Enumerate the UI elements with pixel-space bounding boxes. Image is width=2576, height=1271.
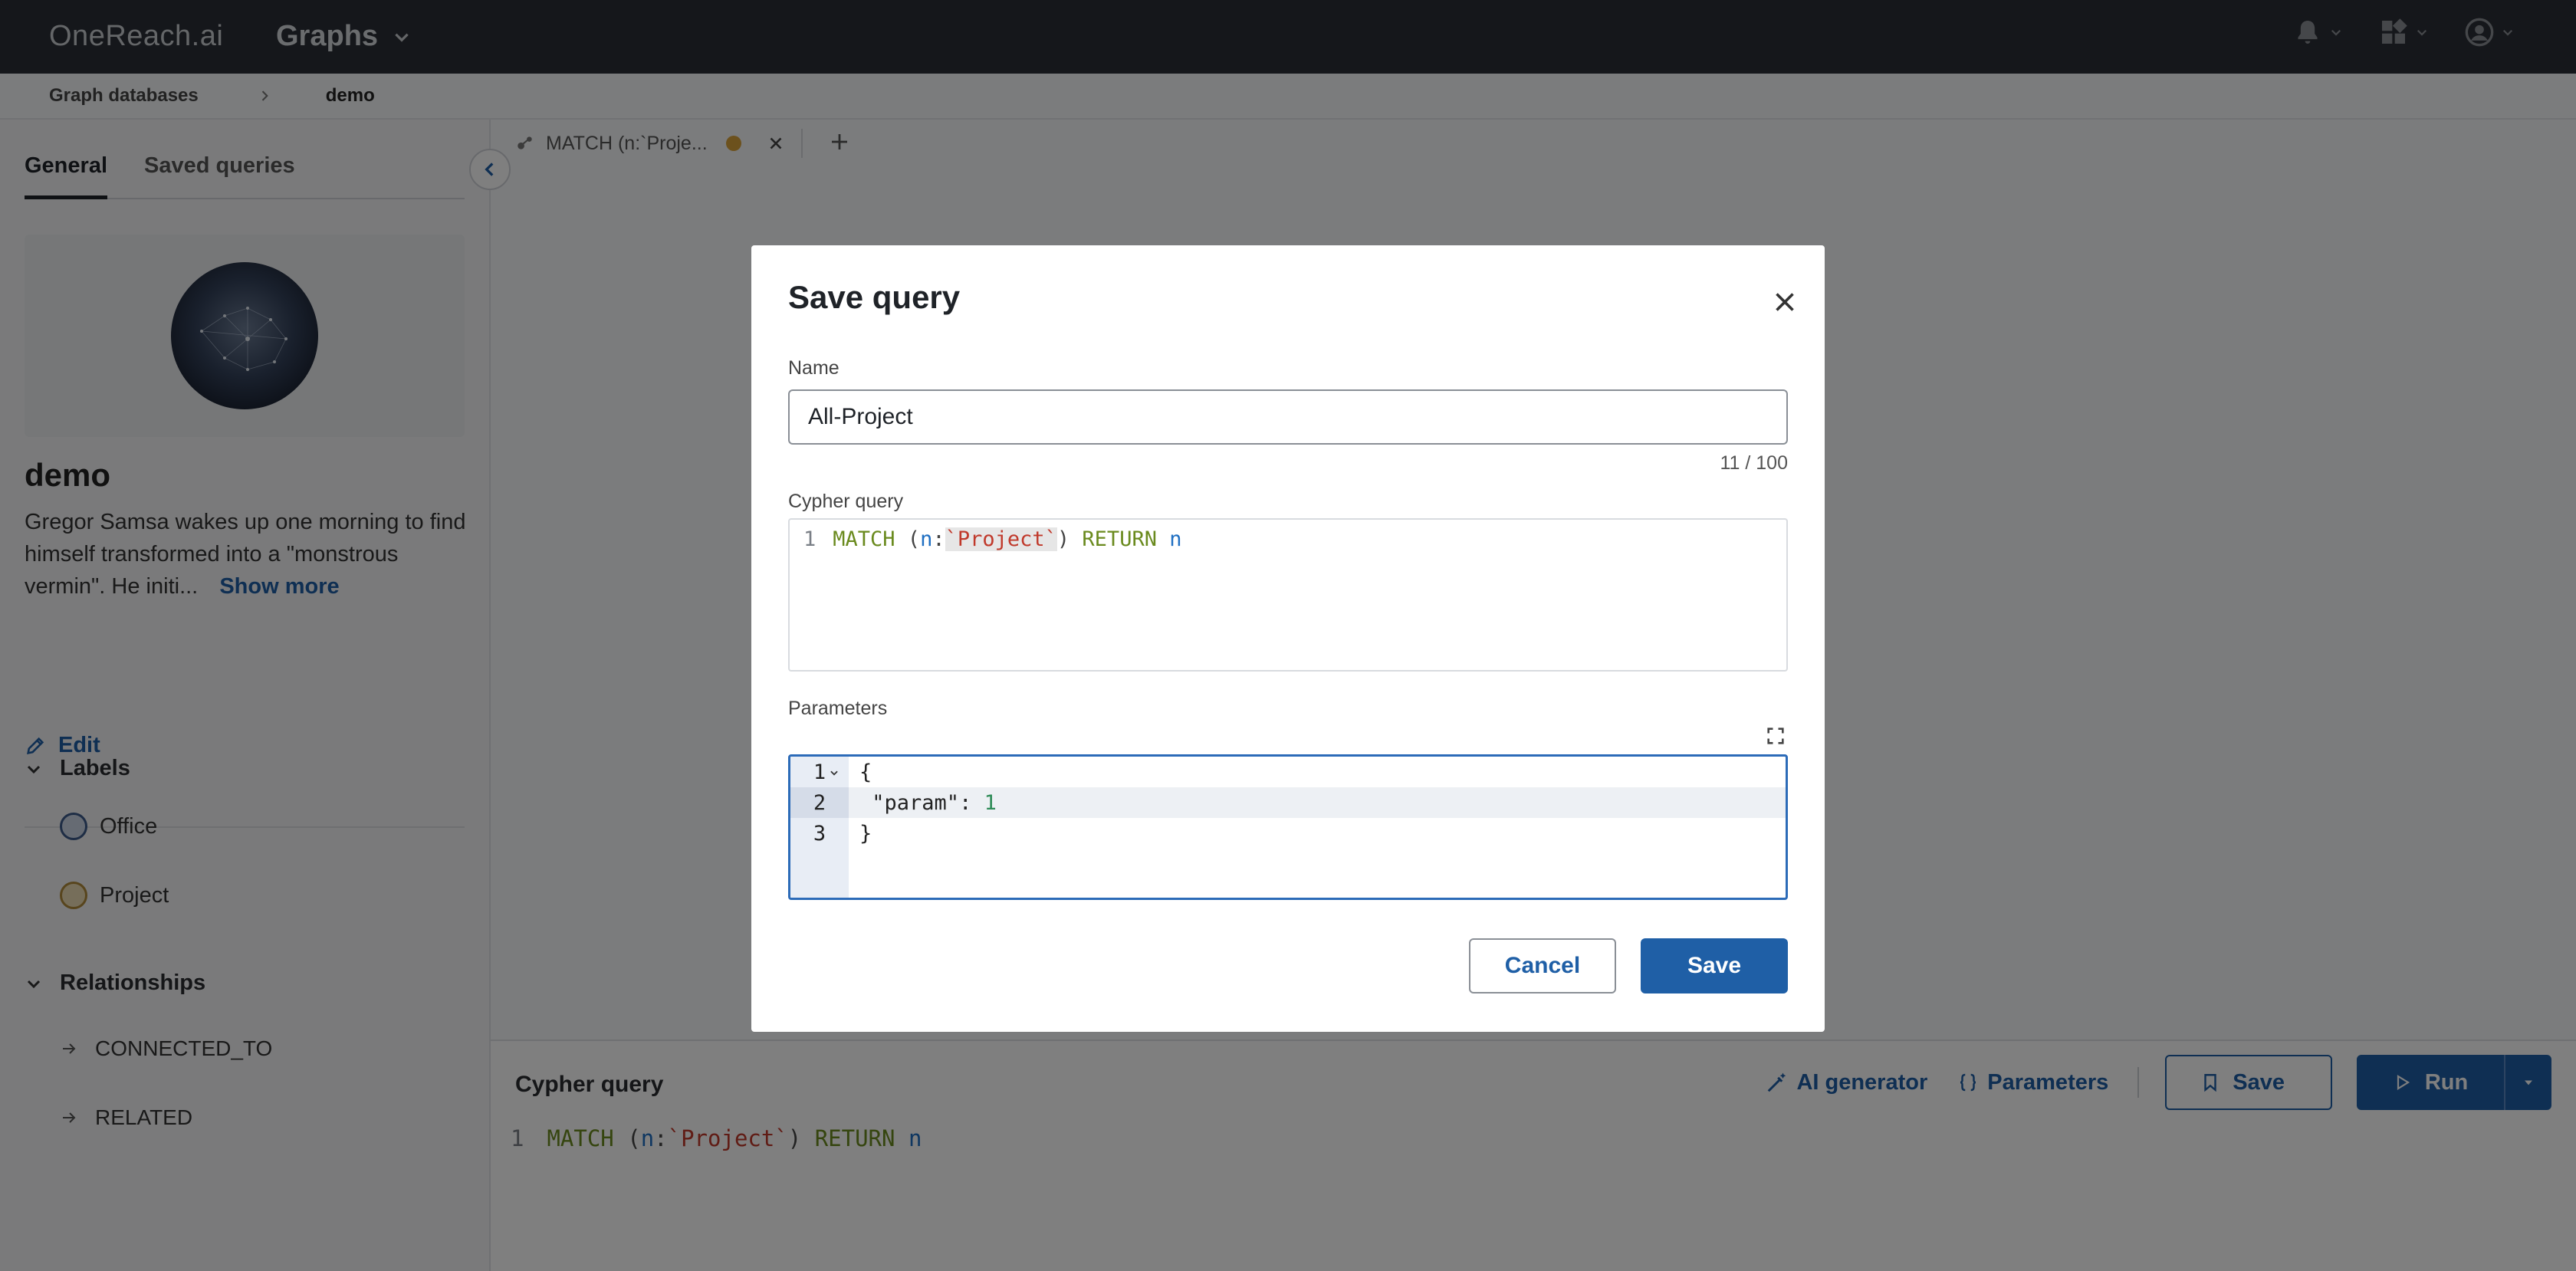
code-label: `Project` — [945, 527, 1057, 551]
fold-chevron-icon[interactable] — [829, 767, 840, 778]
save-query-dialog: Save query Name All-Project 11 / 100 Cyp… — [751, 245, 1825, 1032]
line-number: 1 — [790, 757, 849, 787]
name-field-label: Name — [788, 357, 840, 379]
code-line: { — [859, 757, 872, 787]
json-brace: { — [859, 760, 872, 784]
cancel-button[interactable]: Cancel — [1469, 938, 1616, 993]
json-brace: } — [859, 821, 872, 846]
code-line: 1 MATCH (n:`Project`) RETURN n — [803, 527, 1182, 551]
code-punctuation: ) — [1056, 527, 1083, 551]
character-counter: 11 / 100 — [1720, 452, 1788, 474]
save-button[interactable]: Save — [1641, 938, 1788, 993]
code-line: } — [859, 818, 872, 849]
name-input[interactable]: All-Project — [788, 389, 1788, 445]
parameters-editor[interactable]: 1 2 3 { "param": 1 } — [788, 754, 1788, 900]
close-icon[interactable] — [1771, 288, 1799, 316]
dialog-title: Save query — [788, 279, 961, 315]
code-line-active: "param": 1 — [849, 787, 1786, 818]
cypher-code: MATCH (n:`Project`) RETURN n — [833, 527, 1182, 551]
line-number: 2 — [790, 787, 849, 818]
line-number-text: 1 — [813, 760, 826, 784]
cypher-query-editor[interactable]: 1 MATCH (n:`Project`) RETURN n — [788, 518, 1788, 672]
code-punctuation: ( — [895, 527, 921, 551]
line-number-text: 2 — [813, 790, 826, 815]
json-key: "param" — [872, 790, 960, 815]
cypher-field-label: Cypher query — [788, 491, 904, 512]
json-separator: : — [959, 790, 984, 815]
json-value: 1 — [984, 790, 997, 815]
code-punctuation: : — [932, 527, 945, 551]
code-variable: n — [1169, 527, 1182, 551]
code-keyword: MATCH — [833, 527, 895, 551]
line-number: 3 — [790, 818, 849, 849]
code-keyword: RETURN — [1082, 527, 1157, 551]
line-number-text: 3 — [813, 821, 826, 846]
code-variable: n — [920, 527, 933, 551]
parameters-field-label: Parameters — [788, 698, 888, 719]
fullscreen-icon[interactable] — [1765, 725, 1786, 747]
line-number: 1 — [803, 527, 816, 551]
